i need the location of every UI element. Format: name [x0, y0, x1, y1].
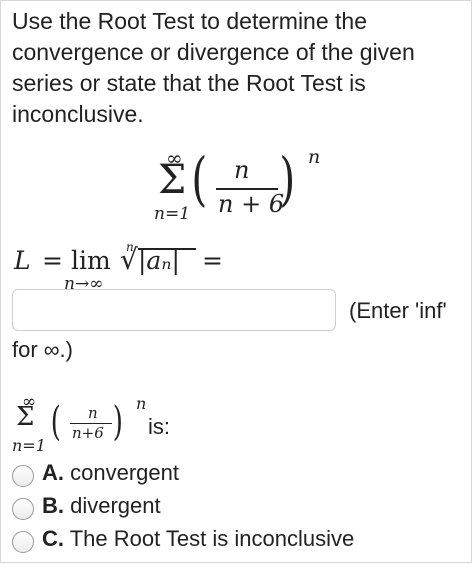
- abs-term: |aₙ|: [138, 246, 180, 275]
- series-is-label: is:: [148, 414, 170, 439]
- radio-button[interactable]: [12, 465, 34, 487]
- option-label: B. divergent: [42, 493, 161, 519]
- small-denominator: n+6: [72, 424, 104, 442]
- series-small: ∞ Σ n=1 ( n n+6 ) n is:: [12, 392, 212, 456]
- option-letter: B.: [42, 493, 64, 518]
- series-exponent: n: [308, 146, 321, 168]
- radio-button[interactable]: [12, 531, 34, 553]
- input-hint-continued: for ∞.): [12, 337, 73, 362]
- limit-answer-input[interactable]: [12, 289, 336, 331]
- small-numerator: n: [88, 404, 98, 422]
- small-left-paren: (: [50, 399, 61, 445]
- option-inconclusive[interactable]: C. The Root Test is inconclusive: [12, 524, 462, 557]
- limit-trailing-equals: =: [202, 246, 223, 275]
- option-label: A. convergent: [42, 460, 179, 486]
- fraction-denominator: n + 6: [218, 190, 285, 218]
- option-letter: C.: [42, 526, 64, 551]
- radical-sign: √: [120, 243, 138, 276]
- small-exponent: n: [136, 394, 147, 413]
- limit-equals: =: [42, 246, 63, 275]
- option-divergent[interactable]: B. divergent: [12, 491, 462, 524]
- right-paren: ): [279, 145, 296, 213]
- option-text: The Root Test is inconclusive: [69, 526, 355, 551]
- small-sigma: Σ: [16, 402, 35, 432]
- left-paren: (: [191, 145, 208, 213]
- series-display: ∞ Σ n=1 ( n n + 6 ) n: [148, 146, 348, 226]
- question-prompt: Use the Root Test to determine the conve…: [12, 8, 415, 127]
- option-text: convergent: [70, 460, 179, 485]
- option-letter: A.: [42, 460, 64, 485]
- sigma-symbol: Σ: [158, 157, 187, 203]
- option-convergent[interactable]: A. convergent: [12, 458, 462, 491]
- option-label: C. The Root Test is inconclusive: [42, 526, 354, 552]
- sum-lower-limit: n=1: [154, 204, 191, 224]
- limit-operator: lim: [71, 246, 111, 275]
- small-sum-lower: n=1: [12, 436, 46, 455]
- option-text: divergent: [70, 493, 161, 518]
- input-hint: (Enter 'inf': [349, 298, 447, 323]
- fraction-numerator: n: [234, 156, 250, 184]
- limit-L: L: [14, 246, 31, 275]
- answer-options: A. convergent B. divergent C. The Root T…: [12, 458, 462, 557]
- small-right-paren: ): [112, 399, 123, 445]
- radio-button[interactable]: [12, 498, 34, 520]
